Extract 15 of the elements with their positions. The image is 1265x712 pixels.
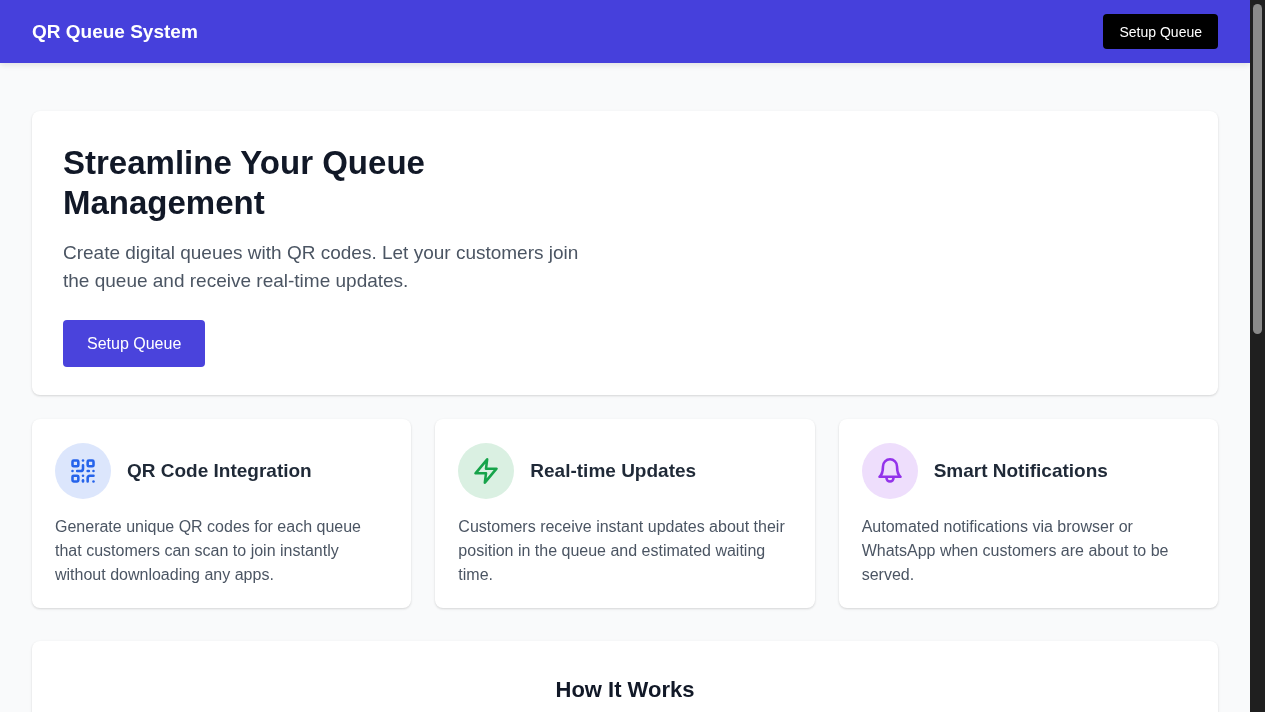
qr-code-icon bbox=[55, 443, 111, 499]
feature-description: Customers receive instant updates about their position in the queue and estimated waiting time. bbox=[458, 517, 786, 585]
feature-title: Smart Notifications bbox=[933, 460, 1108, 482]
setup-queue-button[interactable]: Setup Queue bbox=[63, 320, 206, 367]
scrollbar-thumb[interactable] bbox=[1253, 4, 1262, 334]
feature-title: QR Code Integration bbox=[127, 460, 312, 482]
section-heading: How It Works bbox=[554, 677, 696, 703]
app-title: QR Queue System bbox=[32, 20, 198, 43]
hero-description: Create digital queues with QR codes. Let your customers join the queue and receive real-time updates. bbox=[63, 241, 580, 293]
feature-description: Generate unique QR codes for each queue that customers can scan to join instantly without downloading any apps. bbox=[55, 517, 362, 585]
hero-heading: Streamline Your Queue Management bbox=[63, 143, 426, 223]
feature-title: Real-time Updates bbox=[530, 460, 697, 482]
feature-description: Automated notifications via browser or WhatsApp when customers are about to be served. bbox=[861, 517, 1170, 585]
scrollbar[interactable] bbox=[1250, 0, 1265, 712]
setup-queue-button[interactable]: Setup Queue bbox=[1103, 14, 1218, 49]
